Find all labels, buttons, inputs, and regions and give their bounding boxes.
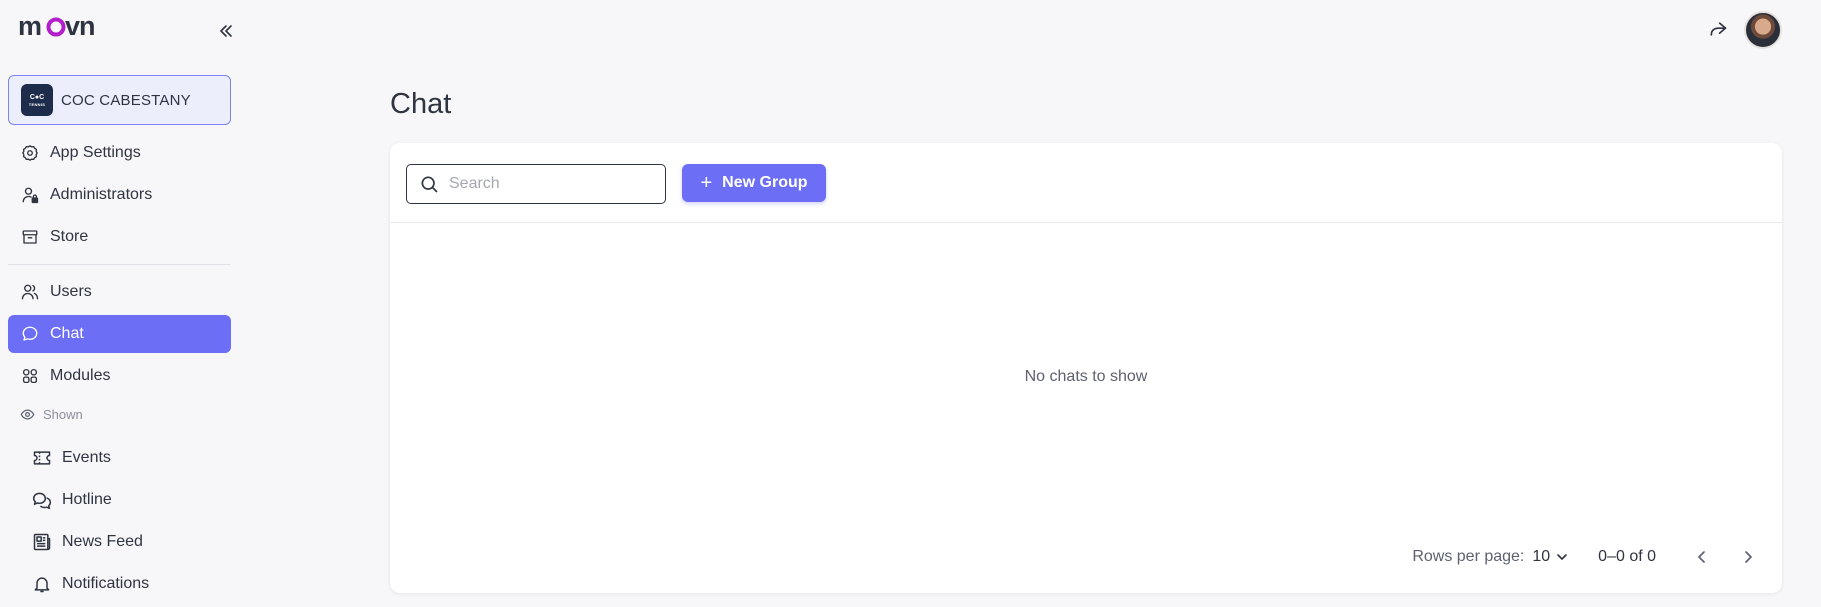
collapse-sidebar-button[interactable] (215, 20, 237, 42)
bell-icon (32, 574, 52, 594)
sidebar-item-label: Chat (50, 325, 84, 342)
search-box[interactable] (406, 164, 666, 204)
rows-per-page-label: Rows per page: (1412, 548, 1525, 565)
chevron-right-icon (1745, 551, 1752, 563)
double-chevron-left-icon (220, 25, 232, 37)
sidebar-item-modules[interactable]: Modules (8, 357, 231, 395)
rows-per-page-select[interactable]: 10 (1532, 548, 1568, 566)
svg-text:m: m (18, 14, 41, 40)
sidebar-item-label: Users (50, 283, 92, 300)
pagination-range: 0–0 of 0 (1598, 548, 1656, 565)
sidebar-item-notifications[interactable]: Notifications (8, 565, 231, 603)
organization-logo: C●C TENNIS (21, 84, 53, 116)
sidebar-item-chat[interactable]: Chat (8, 315, 231, 353)
sidebar-item-users[interactable]: Users (8, 273, 231, 311)
ticket-icon (32, 448, 52, 468)
organization-name: COC CABESTANY (61, 91, 191, 109)
search-icon (421, 176, 438, 193)
pagination: Rows per page: 10 0–0 of 0 (1412, 543, 1762, 571)
new-group-button[interactable]: + New Group (682, 164, 826, 202)
new-group-label: New Group (722, 174, 808, 191)
sidebar-item-news-feed[interactable]: News Feed (8, 523, 231, 561)
users-icon (20, 282, 40, 302)
section-label-text: Shown (43, 407, 83, 422)
chat-toolbar: + New Group (390, 143, 1782, 223)
organization-switcher[interactable]: C●C TENNIS COC CABESTANY (8, 75, 231, 125)
chevron-down-icon (1557, 554, 1567, 560)
sidebar-item-hotline[interactable]: Hotline (8, 481, 231, 519)
sidebar-item-store[interactable]: Store (8, 218, 231, 256)
org-logo-line1: C●C (29, 93, 45, 101)
gear-icon (20, 143, 40, 163)
sidebar: m vn C●C TENNIS COC CABESTANY App Settin… (0, 0, 242, 607)
sidebar-item-events[interactable]: Events (8, 439, 231, 477)
newspaper-icon (32, 532, 52, 552)
share-button[interactable] (1706, 17, 1730, 41)
user-avatar[interactable] (1744, 11, 1782, 49)
previous-page-button[interactable] (1688, 543, 1716, 571)
movn-logo[interactable]: m vn (18, 12, 102, 42)
sidebar-item-label: Modules (50, 367, 111, 384)
next-page-button[interactable] (1734, 543, 1762, 571)
sidebar-divider (8, 264, 231, 265)
sidebar-item-label: News Feed (62, 533, 143, 550)
sidebar-item-label: Administrators (50, 186, 153, 203)
store-icon (20, 227, 40, 247)
sidebar-item-label: Hotline (62, 491, 112, 508)
svg-text:vn: vn (65, 14, 95, 40)
search-input[interactable] (449, 175, 649, 193)
sidebar-item-app-settings[interactable]: App Settings (8, 134, 231, 172)
page-title: Chat (390, 88, 452, 120)
sidebar-item-label: Notifications (62, 575, 150, 592)
modules-grid-icon (20, 366, 40, 386)
chevron-left-icon (1698, 551, 1705, 563)
chat-bubbles-icon (32, 490, 52, 510)
shown-section-label: Shown (20, 407, 83, 422)
admin-user-icon (20, 185, 40, 205)
plus-icon: + (700, 172, 713, 194)
share-arrow-icon (1710, 22, 1727, 36)
sidebar-item-label: Events (62, 449, 111, 466)
sidebar-item-administrators[interactable]: Administrators (8, 176, 231, 214)
rows-per-page-value: 10 (1532, 548, 1551, 565)
chat-bubble-icon (20, 324, 40, 344)
empty-state-message: No chats to show (1024, 368, 1148, 385)
chat-list-card: + New Group No chats to show Rows per pa… (390, 143, 1782, 593)
eye-icon (20, 409, 35, 420)
org-logo-line2: TENNIS (28, 101, 46, 107)
sidebar-item-label: Store (50, 228, 89, 245)
sidebar-item-label: App Settings (50, 144, 141, 161)
